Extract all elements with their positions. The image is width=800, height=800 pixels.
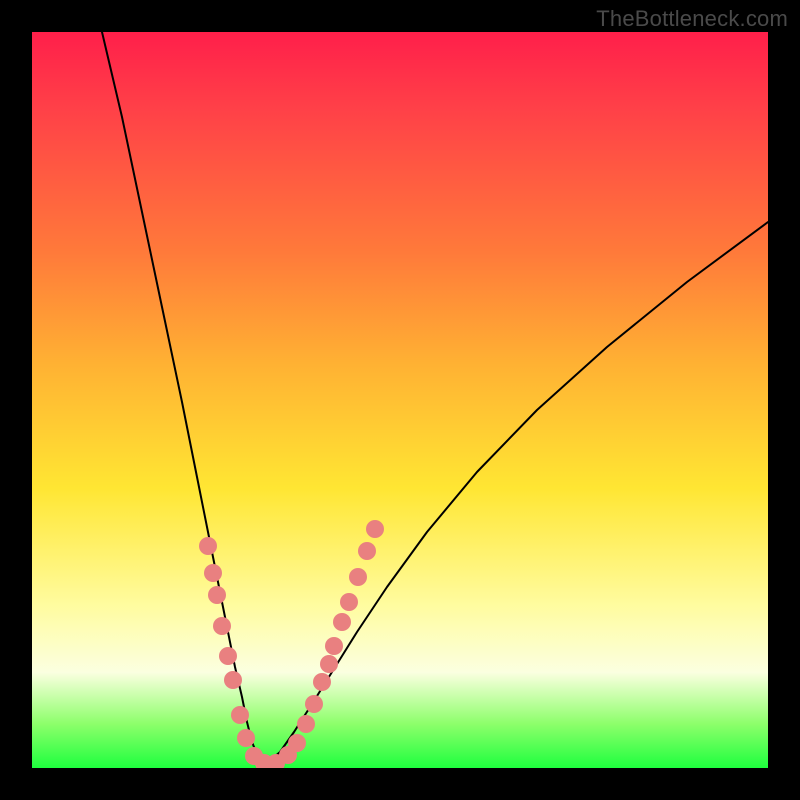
curve-left (102, 32, 266, 764)
plot-area (32, 32, 768, 768)
dot-cluster (199, 520, 384, 768)
outer-frame: TheBottleneck.com (0, 0, 800, 800)
watermark-text: TheBottleneck.com (596, 6, 788, 32)
curve-right (266, 222, 768, 764)
chart-svg (32, 32, 768, 768)
